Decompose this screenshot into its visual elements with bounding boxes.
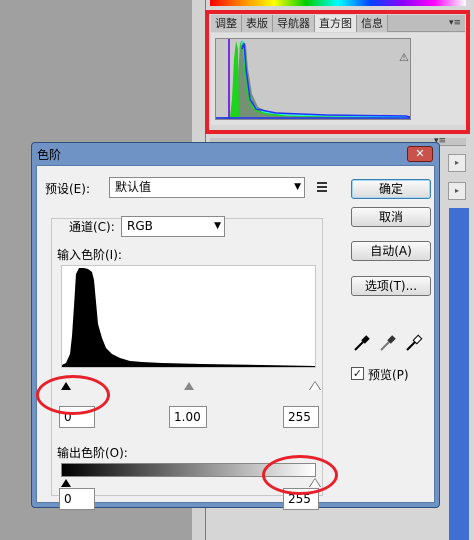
gray-eyedropper-icon[interactable] — [379, 334, 397, 352]
dialog-title: 色阶 — [37, 148, 62, 162]
input-gamma-field[interactable]: 1.00 — [169, 406, 207, 428]
input-gamma-slider[interactable] — [184, 382, 194, 390]
chevron-down-icon: ▼ — [214, 221, 221, 231]
preset-options-icon[interactable] — [317, 182, 331, 193]
highlight-ellipse-output-white — [262, 455, 338, 495]
levels-dialog: 色阶 ✕ 预设(E): 默认值 ▼ 通道(C): RGB ▼ 输入色阶(I): … — [31, 142, 440, 510]
dialog-body: 预设(E): 默认值 ▼ 通道(C): RGB ▼ 输入色阶(I): 0 1.0… — [36, 165, 435, 510]
input-levels-label: 输入色阶(I): — [57, 248, 122, 262]
chevron-down-icon: ▼ — [294, 182, 301, 192]
options-button[interactable]: 选项(T)... — [351, 276, 431, 296]
channel-label: 通道(C): — [69, 220, 115, 234]
side-scroll-button[interactable]: ▸ — [448, 154, 466, 172]
channel-select[interactable]: RGB ▼ — [121, 216, 225, 237]
auto-button[interactable]: 自动(A) — [351, 241, 431, 261]
ok-button[interactable]: 确定 — [351, 179, 431, 199]
black-eyedropper-icon[interactable] — [353, 334, 371, 352]
preset-select[interactable]: 默认值 ▼ — [109, 177, 305, 198]
input-histogram — [61, 265, 316, 368]
channel-value: RGB — [127, 219, 153, 233]
histogram-highlight-frame — [205, 10, 470, 134]
cancel-button[interactable]: 取消 — [351, 207, 431, 227]
side-scroll-button[interactable]: ▸ — [448, 182, 466, 200]
preset-value: 默认值 — [115, 180, 152, 194]
color-spectrum-strip[interactable] — [210, 0, 466, 6]
preview-checkbox[interactable]: ✓ — [351, 367, 364, 380]
preset-label: 预设(E): — [45, 182, 90, 196]
white-eyedropper-icon[interactable] — [405, 334, 423, 352]
preview-label: 预览(P) — [368, 368, 409, 382]
levels-histogram-chart — [62, 268, 315, 367]
output-black-slider[interactable] — [61, 479, 71, 487]
input-white-slider[interactable] — [310, 382, 320, 390]
output-black-field[interactable]: 0 — [59, 488, 95, 510]
highlight-ellipse-input-black — [36, 375, 110, 415]
input-white-field[interactable]: 255 — [283, 406, 319, 428]
close-button[interactable]: ✕ — [407, 146, 433, 162]
layer-selection-strip — [449, 208, 469, 540]
output-levels-label: 输出色阶(O): — [57, 446, 128, 460]
